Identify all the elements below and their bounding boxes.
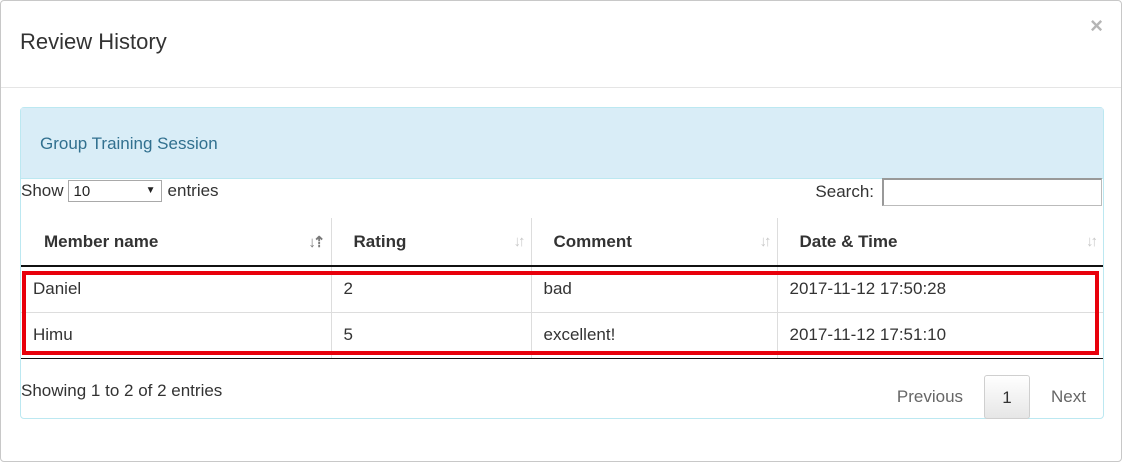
pagination: Previous 1 Next xyxy=(880,375,1103,419)
cell-date-time: 2017-11-12 17:51:10 xyxy=(777,311,1103,359)
modal-header: Review History × xyxy=(1,1,1121,88)
cell-comment: excellent! xyxy=(531,311,778,359)
previous-page-button[interactable]: Previous xyxy=(880,375,980,419)
table-header-row: Member name ↓⇡ Rating ↓↑ Comment ↓↑ Date… xyxy=(21,218,1103,267)
entries-length-control: Show 10 ▼ entries xyxy=(21,180,219,202)
show-label: Show xyxy=(21,181,64,200)
column-label: Rating xyxy=(353,232,407,251)
column-header-member-name[interactable]: Member name ↓⇡ xyxy=(21,218,332,267)
entries-label: entries xyxy=(167,181,219,200)
cell-member-name: Himu xyxy=(21,311,332,359)
cell-date-time: 2017-11-12 17:50:28 xyxy=(777,265,1103,312)
column-label: Date & Time xyxy=(799,232,898,251)
cell-comment: bad xyxy=(531,265,778,312)
entries-select-wrapper: 10 ▼ xyxy=(64,180,168,202)
close-icon[interactable]: × xyxy=(1090,15,1103,37)
column-header-date-time[interactable]: Date & Time ↓↑ xyxy=(777,218,1103,267)
panel-heading: Group Training Session xyxy=(21,108,1103,179)
review-history-modal: Review History × Group Training Session … xyxy=(0,0,1122,462)
next-page-button[interactable]: Next xyxy=(1034,375,1103,419)
entries-select[interactable]: 10 xyxy=(67,180,162,202)
sort-ascending-icon: ↓⇡ xyxy=(308,234,325,251)
page-1-button[interactable]: 1 xyxy=(984,375,1031,419)
sort-both-icon: ↓↑ xyxy=(759,233,772,250)
search-input[interactable] xyxy=(882,178,1102,206)
cell-rating: 5 xyxy=(331,311,532,359)
sort-both-icon: ↓↑ xyxy=(1086,233,1098,250)
column-header-comment[interactable]: Comment ↓↑ xyxy=(531,218,778,267)
search-label: Search: xyxy=(815,182,874,201)
column-header-rating[interactable]: Rating ↓↑ xyxy=(331,218,532,267)
modal-title: Review History xyxy=(20,29,167,54)
cell-rating: 2 xyxy=(331,265,532,312)
table-row[interactable]: Himu 5 excellent! 2017-11-12 17:51:10 xyxy=(21,311,1103,359)
cell-member-name: Daniel xyxy=(21,265,332,312)
table-info: Showing 1 to 2 of 2 entries xyxy=(21,381,223,400)
search-control: Search: xyxy=(815,178,1102,206)
reviews-table: Member name ↓⇡ Rating ↓↑ Comment ↓↑ Date… xyxy=(21,218,1103,359)
panel: Group Training Session Show 10 ▼ entries… xyxy=(20,107,1104,419)
table-row[interactable]: Daniel 2 bad 2017-11-12 17:50:28 xyxy=(21,265,1103,312)
column-label: Comment xyxy=(553,232,632,251)
column-label: Member name xyxy=(44,232,159,251)
panel-title: Group Training Session xyxy=(40,134,218,153)
sort-both-icon: ↓↑ xyxy=(513,233,526,250)
